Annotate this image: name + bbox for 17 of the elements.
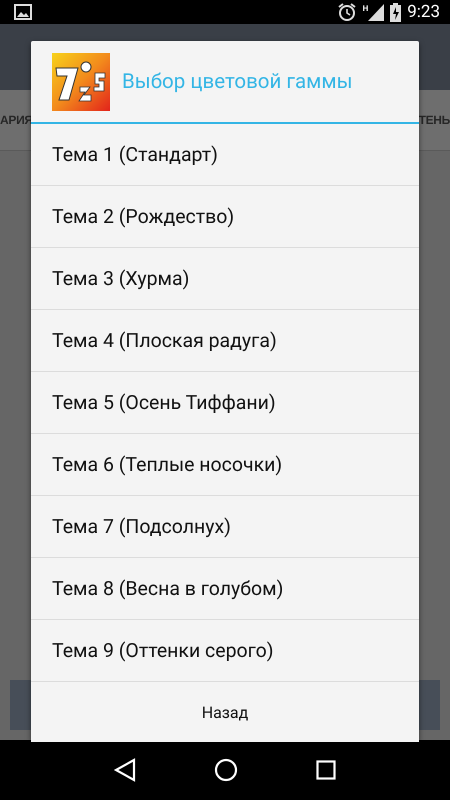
- app-logo-icon: [52, 52, 110, 110]
- back-text-button[interactable]: Назад: [31, 682, 419, 742]
- image-icon: [14, 4, 32, 20]
- theme-option[interactable]: Тема 5 (Осень Тиффани): [31, 372, 419, 434]
- theme-option[interactable]: Тема 1 (Стандарт): [31, 124, 419, 186]
- theme-option[interactable]: Тема 7 (Подсолнух): [31, 496, 419, 558]
- theme-option[interactable]: Тема 3 (Хурма): [31, 248, 419, 310]
- theme-option[interactable]: Тема 6 (Теплые носочки): [31, 434, 419, 496]
- theme-option[interactable]: Тема 4 (Плоская радуга): [31, 310, 419, 372]
- theme-option[interactable]: Тема 2 (Рождество): [31, 186, 419, 248]
- signal-icon: [368, 3, 384, 21]
- alarm-icon: [336, 2, 357, 22]
- theme-option[interactable]: Тема 8 (Весна в голубом): [31, 558, 419, 620]
- clock-time: 9:23: [407, 2, 440, 22]
- battery-icon: [390, 2, 402, 22]
- network-type-label: H: [362, 4, 368, 13]
- dialog-title: Выбор цветовой гаммы: [122, 70, 352, 94]
